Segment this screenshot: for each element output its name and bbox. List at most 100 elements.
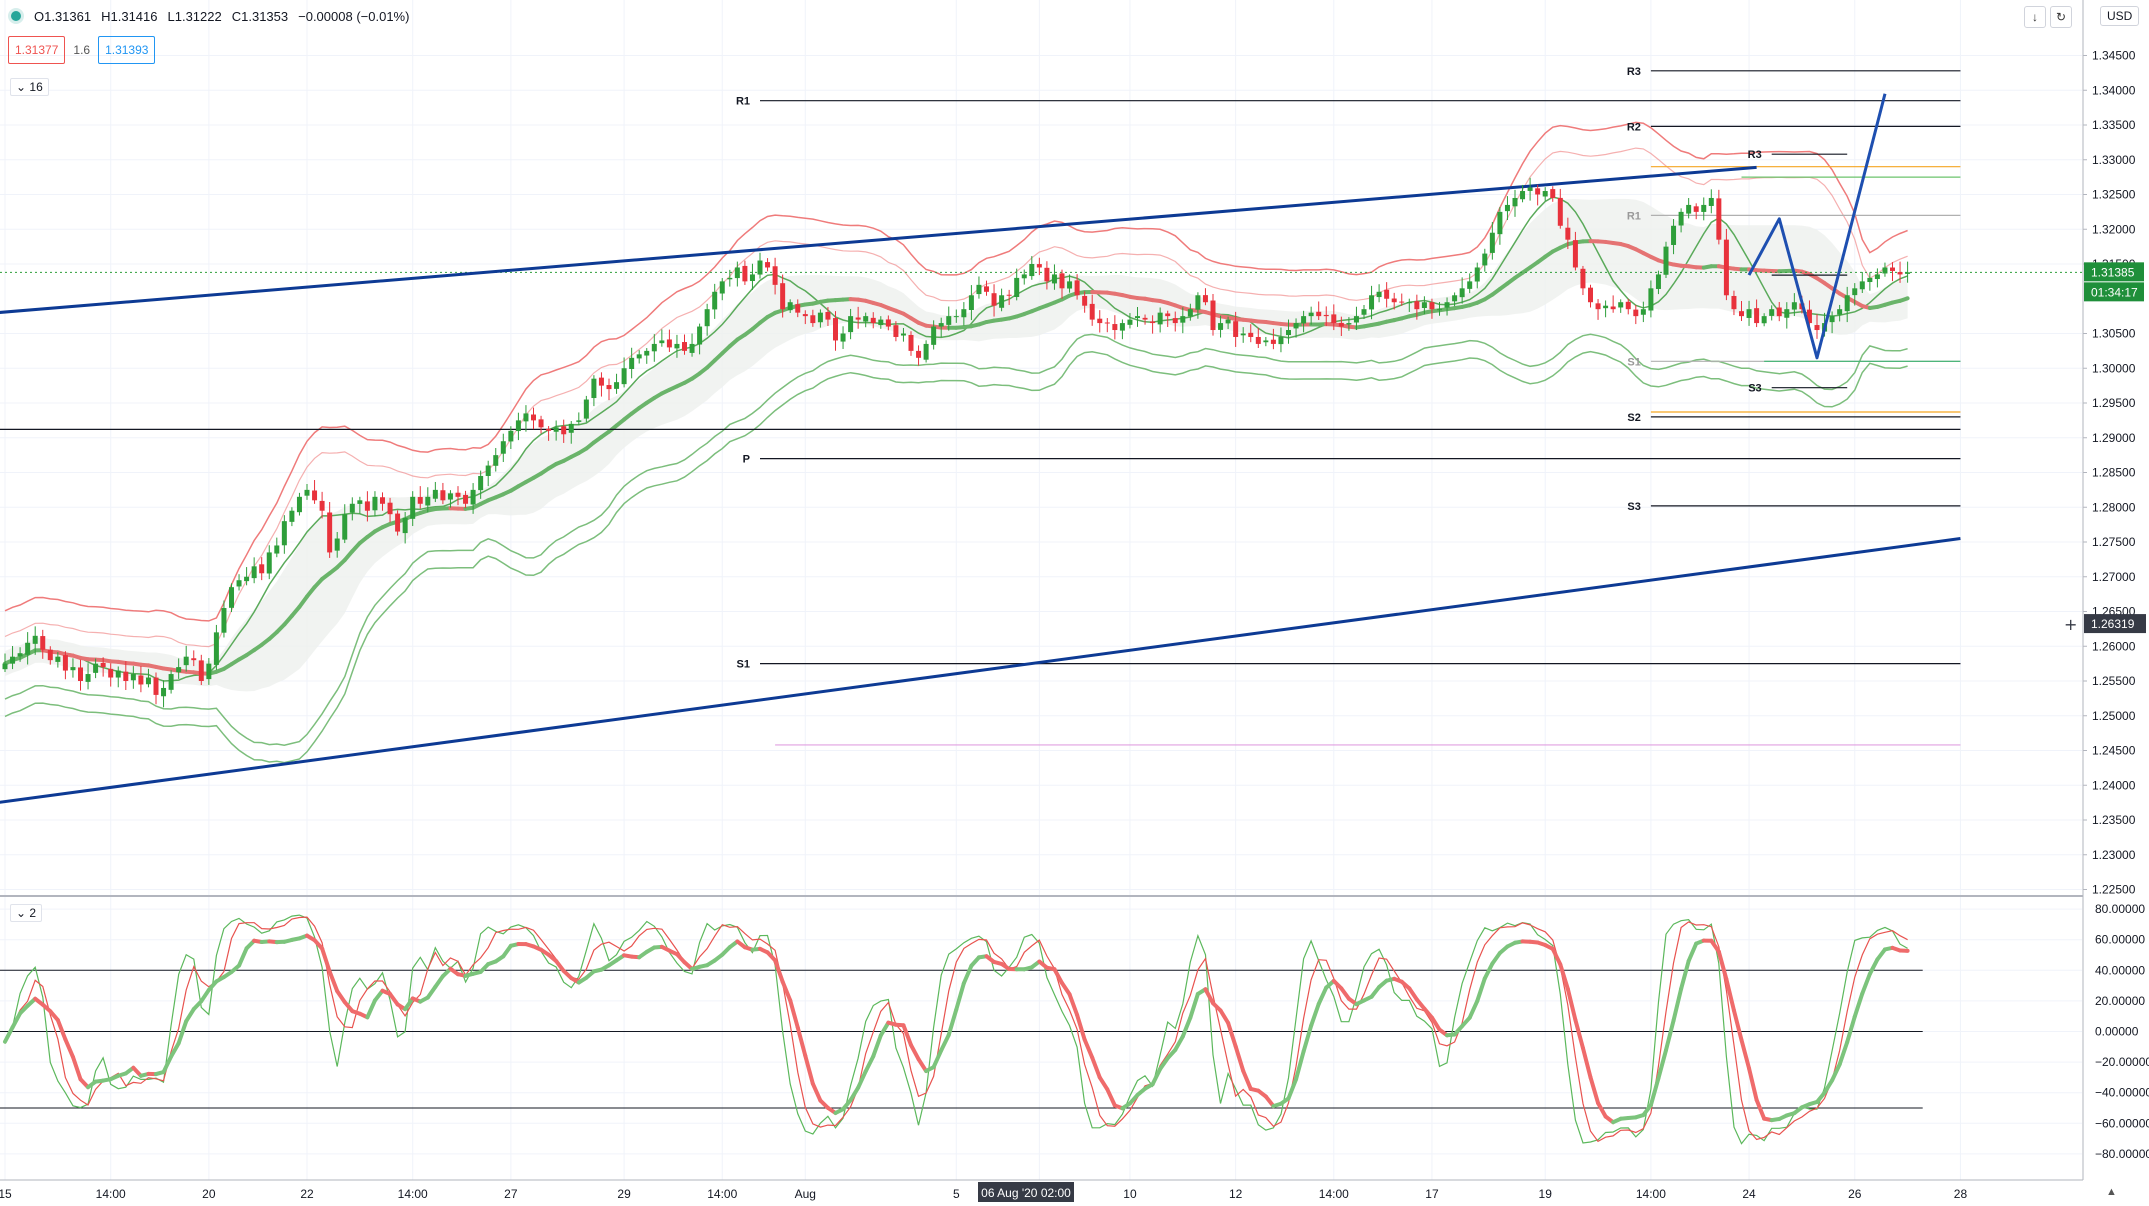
candle-body: [78, 667, 83, 681]
candle-body: [447, 493, 453, 500]
candle-body: [1089, 303, 1095, 320]
candle-body: [568, 423, 574, 433]
chart-controls: ↓ ↻: [2024, 6, 2072, 28]
price-tick-label: 1.32000: [2092, 222, 2136, 236]
candle-body: [1135, 316, 1140, 319]
auto-scale-icon[interactable]: ▲: [2106, 1186, 2117, 1198]
candle-body: [402, 517, 408, 534]
candle-body: [1452, 295, 1458, 302]
main-indicator-toggle[interactable]: ⌄ 16: [10, 78, 49, 96]
osc-tick-label: −80.00000: [2095, 1147, 2149, 1161]
price-tick-label: 1.23000: [2092, 848, 2136, 862]
candle-body: [1338, 322, 1344, 327]
ohlc-legend: O1.31361 H1.31416 L1.31222 C1.31353 −0.0…: [8, 8, 409, 24]
time-tick-label: 10: [1123, 1187, 1137, 1201]
candle-body: [1127, 319, 1133, 325]
candle-body: [1557, 197, 1563, 226]
osc-tick-label: 80.00000: [2095, 902, 2145, 916]
candle-body: [1369, 295, 1375, 310]
osc-signal-segment: [1082, 1037, 1095, 1060]
time-tick-label: 26: [1848, 1187, 1862, 1201]
candle-body: [621, 368, 627, 385]
price-tick-label: 1.34500: [2092, 49, 2136, 63]
candle-body: [1814, 325, 1820, 331]
candle-body: [1467, 281, 1473, 289]
price-tick-label: 1.26000: [2092, 639, 2136, 653]
candle-body: [17, 653, 23, 657]
candle-body: [1255, 336, 1261, 344]
candle-body: [1890, 267, 1895, 271]
currency-label[interactable]: USD: [2100, 6, 2140, 26]
pivot-label: R3: [1748, 149, 1762, 161]
candle-body: [576, 420, 582, 422]
candle-body: [1678, 211, 1684, 226]
candle-body: [1112, 324, 1118, 331]
osc-signal-segment: [1686, 941, 1699, 963]
candle-body: [1278, 336, 1284, 345]
sub-indicator-toggle[interactable]: ⌄ 2: [10, 904, 43, 922]
candle-body: [1180, 316, 1186, 323]
candle-body: [70, 667, 76, 671]
candle-body: [1323, 314, 1329, 317]
candle-body: [780, 283, 786, 310]
candle-body: [380, 497, 385, 504]
osc-signal-segment: [1475, 976, 1487, 1004]
price-tick-label: 1.27500: [2092, 535, 2136, 549]
candle-body: [108, 668, 114, 678]
candle-body: [191, 658, 197, 661]
candle-body: [198, 660, 204, 681]
candle-body: [1195, 295, 1201, 310]
candle-body: [682, 342, 687, 351]
candle-body: [115, 670, 121, 678]
candle-body: [183, 656, 189, 666]
osc-signal-segment: [237, 946, 249, 968]
candle-body: [1459, 288, 1465, 298]
candle-body: [1791, 302, 1797, 310]
candle-body: [1421, 302, 1427, 308]
candle-body: [1723, 239, 1729, 296]
candle-body: [946, 316, 952, 325]
candle-body: [40, 636, 46, 650]
candle-body: [1210, 300, 1216, 331]
market-status-icon: [8, 8, 24, 24]
candle-body: [349, 503, 355, 513]
candle-body: [984, 286, 989, 292]
plus-icon: +: [2064, 615, 2077, 634]
pivot-label: R1: [736, 96, 750, 108]
osc-tick-label: 0.00000: [2095, 1025, 2139, 1039]
osc-signal-segment: [1580, 1046, 1593, 1080]
osc-signal-segment: [1316, 985, 1329, 1006]
candle-body: [848, 316, 854, 333]
candle-body: [1384, 289, 1390, 299]
refresh-icon[interactable]: ↻: [2050, 6, 2072, 28]
sell-button[interactable]: 1.31377: [8, 36, 66, 64]
chart-canvas[interactable]: R1 P S1 R3 R2 S3 S2 R1 S1 R3 S3 1.34500 1.34000 1.33…: [0, 0, 2149, 1206]
download-icon[interactable]: ↓: [2024, 6, 2046, 28]
candle-body: [432, 489, 438, 499]
osc-signal-segment: [810, 1081, 823, 1103]
candle-body: [470, 489, 476, 505]
candle-body: [1067, 281, 1073, 289]
candle-body: [417, 497, 423, 504]
sub-indicator-label: 2: [29, 906, 37, 920]
candle-body: [1852, 288, 1858, 296]
change-value: −0.00008 (−0.01%): [298, 8, 410, 24]
osc-signal-segment: [1233, 1044, 1246, 1073]
osc-signal-segment: [916, 1057, 929, 1074]
candle-body: [1082, 295, 1088, 306]
candle-body: [1882, 267, 1888, 274]
candle-body: [221, 608, 227, 633]
osc-signal-segment: [1105, 1087, 1117, 1108]
pivot-label: R3: [1627, 66, 1641, 78]
open-value: O1.31361: [34, 8, 92, 24]
price-tick-label: 1.32500: [2092, 188, 2136, 202]
candle-body: [1648, 288, 1654, 311]
candle-body: [697, 326, 703, 345]
candle-body: [1754, 308, 1760, 324]
high-value: H1.31416: [101, 8, 158, 24]
buy-button[interactable]: 1.31393: [98, 36, 156, 64]
time-tick-label: 22: [300, 1187, 314, 1201]
candle-body: [153, 677, 159, 695]
candle-body: [629, 357, 635, 369]
candle-body: [1588, 287, 1593, 303]
